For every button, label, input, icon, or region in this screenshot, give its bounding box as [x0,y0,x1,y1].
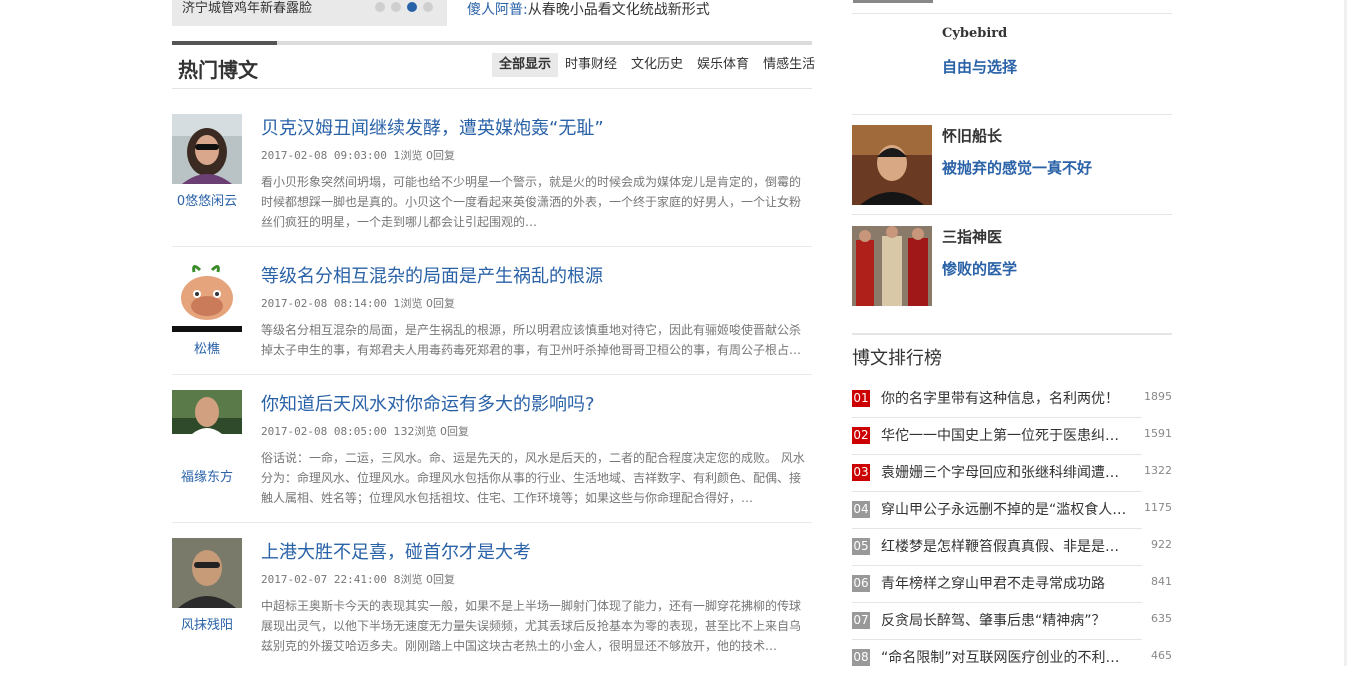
rank-title[interactable]: 你的名字里带有这种信息，名利两优！ [881,388,1131,408]
post-meta: 2017-02-08 08:05:00 132浏览 0回复 [261,423,469,439]
post-time: 2017-02-08 09:03:00 [261,149,387,162]
divider [852,333,1172,335]
blog-owner[interactable]: Cybebird [942,26,1007,41]
rank-title[interactable]: 华佗一一中国史上第一位死于医患纠纷的医生 [881,425,1131,445]
post-stats: 1浏览 0回复 [393,149,455,162]
post-title[interactable]: 等级名分相互混杂的局面是产生祸乱的根源 [261,262,603,288]
rank-count: 1175 [1144,501,1172,514]
divider [852,114,1172,115]
blog-title[interactable]: 自由与选择 [942,56,1017,77]
post-meta: 2017-02-08 08:14:00 1浏览 0回复 [261,295,455,311]
rank-count: 1591 [1144,427,1172,440]
rank-number: 02 [852,427,870,444]
section-title: 热门博文 [178,58,258,82]
divider [852,214,1172,215]
post-summary: 中超标王奥斯卡今天的表现其实一般，如果不是上半场一脚射门体现了能力，还有一脚穿花… [261,599,802,653]
post-title[interactable]: 贝克汉姆丑闻继续发酵，遭英媒炮轰“无耻” [261,114,604,140]
rank-number: 08 [852,649,870,666]
ranking-item[interactable]: 08 “命名限制”对互联网医疗创业的不利影响 465 [852,640,1172,677]
rank-title[interactable]: 青年榜样之穿山甲君不走寻常成功路 [881,573,1131,593]
ranking-item[interactable]: 06 青年榜样之穿山甲君不走寻常成功路 841 [852,566,1172,603]
rank-count: 635 [1151,612,1172,625]
tab-sports[interactable]: 娱乐体育 [690,53,756,77]
top-headline-text[interactable]: 从春晚小品看文化统战新形式 [528,2,710,18]
ranking-item[interactable]: 05 红楼梦是怎样鞭笞假真真假、非是是非的 922 [852,529,1172,566]
avatar[interactable] [172,262,242,332]
rank-number: 07 [852,612,870,629]
divider [172,374,812,375]
avatar[interactable] [172,538,242,608]
rank-number: 01 [852,390,870,407]
recommended-blog: Cybebird 自由与选择 [852,14,1172,114]
post-title[interactable]: 上港大胜不足喜，碰首尔才是大考 [261,538,531,564]
divider [172,88,812,89]
top-headline-author[interactable]: 傻人阿普: [467,2,528,18]
section-bar-accent [172,41,277,45]
post-stats: 8浏览 0回复 [393,573,455,586]
rank-count: 465 [1151,649,1172,662]
divider [172,522,812,523]
blog-thumbnail[interactable] [852,125,932,205]
rank-number: 06 [852,575,870,592]
recommended-blog: 怀旧船长 被抛弃的感觉一真不好 [852,125,1172,205]
tab-culture[interactable]: 文化历史 [624,53,690,77]
ranking-item[interactable]: 01 你的名字里带有这种信息，名利两优！ 1895 [852,381,1172,418]
post-meta: 2017-02-08 09:03:00 1浏览 0回复 [261,147,455,163]
slider-caption[interactable]: 济宁城管鸡年新春露脸 [182,0,312,17]
top-headline[interactable]: 傻人阿普:从春晚小品看文化统战新形式 [467,0,710,20]
rank-title[interactable]: 反贪局长醉驾、肇事后患“精神病”？ [881,610,1131,630]
tab-life[interactable]: 情感生活 [756,53,822,77]
slider-dot-active[interactable] [407,2,417,12]
post-time: 2017-02-07 22:41:00 [261,573,387,586]
blog-thumbnail[interactable] [852,226,932,306]
blog-owner[interactable]: 三指神医 [942,226,1002,247]
blog-thumbnail[interactable] [853,0,933,3]
post-author[interactable]: 福缘东方 [172,466,242,485]
ranking-title: 博文排行榜 [852,348,942,369]
post-meta: 2017-02-07 22:41:00 8浏览 0回复 [261,571,455,587]
recommended-blog: 三指神医 惨败的医学 [852,226,1172,306]
rank-count: 1322 [1144,464,1172,477]
post-title[interactable]: 你知道后天风水对你命运有多大的影响吗? [261,390,595,416]
rank-title[interactable]: 袁姗姗三个字母回应和张继科绯闻遭网友吐槽 [881,462,1131,482]
section-bar [172,41,812,45]
post-author[interactable]: 风抹残阳 [172,614,242,633]
post-summary: 俗话说：一命，二运，三风水。命、运是先天的，风水是后天的，二者的配合程度决定您的… [261,451,805,505]
blog-title[interactable]: 被抛弃的感觉一真不好 [942,157,1092,178]
slider-caption-box[interactable]: 济宁城管鸡年新春露脸 [172,0,447,26]
rank-count: 1895 [1144,390,1172,403]
post-summary: 等级名分相互混杂的局面，是产生祸乱的根源，所以明君应该慎重地对待它，因此有骊姬唆… [261,323,802,357]
rank-count: 922 [1151,538,1172,551]
slider-dots [375,2,433,12]
post-time: 2017-02-08 08:05:00 [261,425,387,438]
ranking-item[interactable]: 02 华佗一一中国史上第一位死于医患纠纷的医生 1591 [852,418,1172,455]
ranking-item[interactable]: 03 袁姗姗三个字母回应和张继科绯闻遭网友吐槽 1322 [852,455,1172,492]
rank-number: 04 [852,501,870,518]
avatar[interactable] [172,390,242,434]
post-stats: 132浏览 0回复 [393,425,469,438]
post-stats: 1浏览 0回复 [393,297,455,310]
tab-all[interactable]: 全部显示 [492,53,559,77]
ranking-item[interactable]: 04 穿山甲公子永远删不掉的是“滥权食人”的事实 1175 [852,492,1172,529]
post-time: 2017-02-08 08:14:00 [261,297,387,310]
avatar[interactable] [172,114,242,184]
category-tabs: 全部显示 时事财经 文化历史 娱乐体育 情感生活 [492,53,822,77]
rank-title[interactable]: 红楼梦是怎样鞭笞假真真假、非是是非的 [881,536,1131,556]
rank-count: 841 [1151,575,1172,588]
post-author[interactable]: 松樵 [172,338,242,357]
slider-dot[interactable] [375,2,385,12]
rank-number: 03 [852,464,870,481]
post-summary: 看小贝形象突然间坍塌，可能也给不少明星一个警示，就是火的时候会成为媒体宠儿是肯定… [261,175,802,229]
divider [172,246,812,247]
ranking-item[interactable]: 07 反贪局长醉驾、肇事后患“精神病”？ 635 [852,603,1172,640]
tab-finance[interactable]: 时事财经 [558,53,624,77]
rank-number: 05 [852,538,870,555]
rank-title[interactable]: “命名限制”对互联网医疗创业的不利影响 [881,647,1131,667]
rank-title[interactable]: 穿山甲公子永远删不掉的是“滥权食人”的事实 [881,499,1131,519]
post-author[interactable]: 0悠悠闲云 [172,190,242,209]
blog-owner[interactable]: 怀旧船长 [942,125,1002,146]
slider-dot[interactable] [391,2,401,12]
slider-dot[interactable] [423,2,433,12]
blog-title[interactable]: 惨败的医学 [942,258,1017,279]
